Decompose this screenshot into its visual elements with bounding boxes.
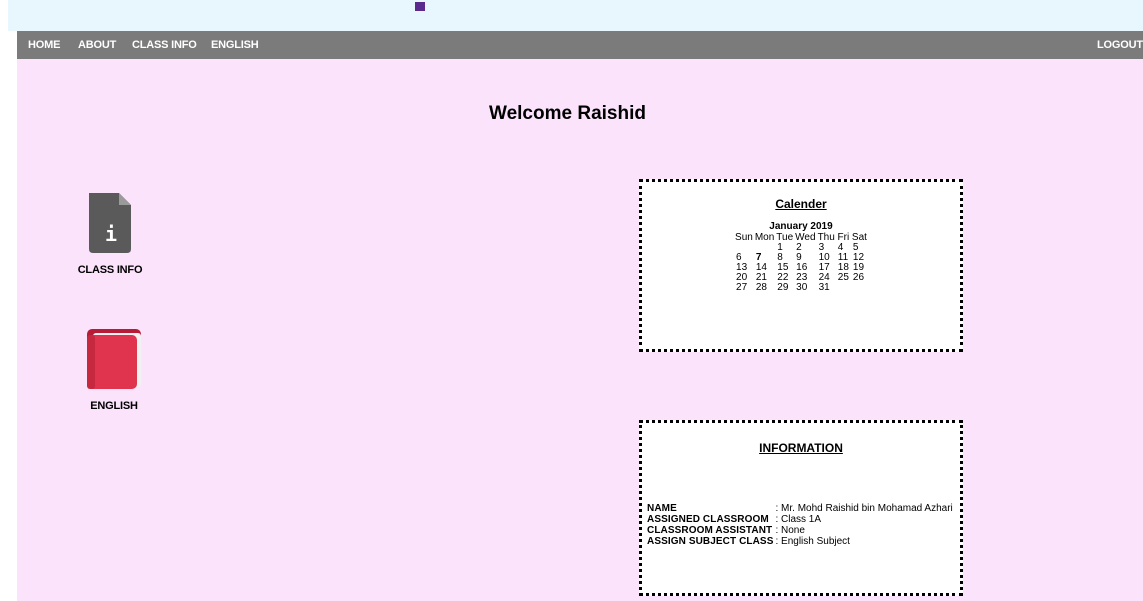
- calendar-title: Calender: [775, 197, 827, 211]
- top-marker: [415, 2, 425, 11]
- calendar-day[interactable]: 31: [817, 283, 836, 293]
- info-glyph: i: [105, 222, 117, 246]
- english-tile[interactable]: ENGLISH: [74, 327, 154, 412]
- nav-english[interactable]: ENGLISH: [211, 31, 259, 59]
- info-label: ASSIGNED CLASSROOM: [647, 514, 769, 525]
- information-table: NAME : Mr. Mohd Raishid bin Mohamad Azhar…: [647, 503, 953, 547]
- info-label: CLASSROOM ASSISTANT: [647, 525, 773, 536]
- calendar-month: January 2019: [769, 221, 833, 232]
- info-label: ASSIGN SUBJECT CLASS: [647, 536, 774, 547]
- calendar-box: Calender January 2019 Sun Mon Tue Wed Thu Fri…: [639, 179, 963, 352]
- info-value: : Mr. Mohd Raishid bin Mohamad Azhari: [775, 503, 953, 514]
- calendar-day-header: Mon: [754, 232, 775, 243]
- calendar-day[interactable]: 26: [851, 273, 868, 283]
- info-document-icon: i: [89, 193, 131, 253]
- top-strip: [8, 0, 1143, 31]
- nav-about[interactable]: ABOUT: [78, 31, 116, 59]
- welcome-heading: Welcome Raishid: [489, 103, 646, 124]
- calendar-day[interactable]: 28: [754, 283, 775, 293]
- calendar-table: Sun Mon Tue Wed Thu Fri Sat 1 2 3 4 5 6 7 8 9 10 11 12 13 1…: [734, 232, 868, 293]
- navbar: HOME ABOUT CLASS INFO ENGLISH LOGOUT: [17, 31, 1143, 59]
- calendar-day[interactable]: 29: [775, 283, 794, 293]
- english-label: ENGLISH: [90, 400, 138, 412]
- calendar-day[interactable]: 30: [794, 283, 816, 293]
- main-content: [17, 59, 1143, 601]
- information-box: INFORMATION NAME : Mr. Mohd Raishid bin M…: [639, 420, 963, 596]
- info-row: ASSIGN SUBJECT CLASS: English Subject: [647, 536, 953, 547]
- nav-home[interactable]: HOME: [28, 31, 60, 59]
- info-row: CLASSROOM ASSISTANT: None: [647, 525, 953, 536]
- nav-class-info[interactable]: CLASS INFO: [132, 31, 197, 59]
- info-row: ASSIGNED CLASSROOM : Class 1A: [647, 514, 953, 525]
- window-left-edge: [0, 0, 8, 601]
- book-icon: [87, 329, 141, 389]
- nav-logout[interactable]: LOGOUT: [1097, 31, 1143, 59]
- info-value: : English Subject: [775, 536, 850, 547]
- calendar-day: [836, 283, 851, 293]
- calendar-day: [851, 283, 868, 293]
- calendar-day[interactable]: 25: [836, 273, 851, 283]
- calendar-day-header: Sun: [735, 232, 753, 243]
- info-label: NAME: [647, 503, 677, 514]
- information-title: INFORMATION: [759, 441, 843, 455]
- info-value: : Class 1A: [775, 514, 822, 525]
- class-info-tile[interactable]: i CLASS INFO: [70, 191, 150, 276]
- info-value: : None: [775, 525, 805, 536]
- info-row: NAME : Mr. Mohd Raishid bin Mohamad Azhar…: [647, 503, 953, 514]
- calendar-week: 27 28 29 30 31: [734, 283, 868, 293]
- calendar-day[interactable]: 27: [734, 283, 754, 293]
- class-info-label: CLASS INFO: [77, 264, 143, 276]
